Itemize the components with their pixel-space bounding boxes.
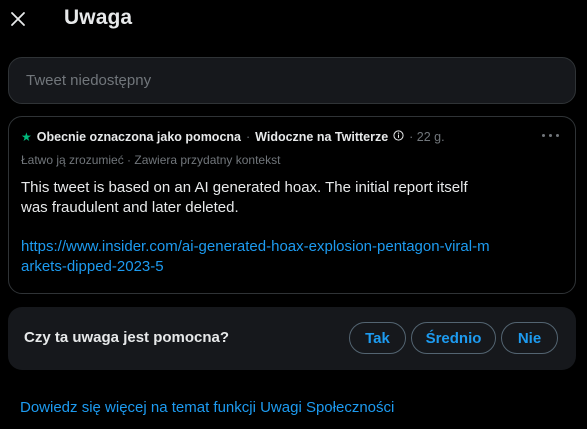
note-visibility: Widoczne na Twitterze <box>255 130 389 144</box>
header: Uwaga <box>0 0 587 40</box>
community-note-card: ★ Obecnie oznaczona jako pomocna · Widoc… <box>8 116 576 294</box>
tweet-placeholder: Tweet niedostępny <box>26 72 152 89</box>
close-icon <box>11 12 25 26</box>
note-tags: Łatwo ją zrozumieć · Zawiera przydatny k… <box>21 153 281 167</box>
rating-question: Czy ta uwaga jest pomocna? <box>24 329 230 346</box>
unavailable-tweet-box: Tweet niedostępny <box>8 57 576 104</box>
more-icon <box>542 134 545 137</box>
star-icon: ★ <box>21 130 32 144</box>
rating-panel: Czy ta uwaga jest pomocna? Tak Średnio N… <box>8 307 576 370</box>
note-header: ★ Obecnie oznaczona jako pomocna · Widoc… <box>21 130 535 144</box>
rate-somewhat-button[interactable]: Średnio <box>411 322 496 354</box>
page-title: Uwaga <box>64 6 133 29</box>
note-age: · 22 g. <box>409 130 445 144</box>
rate-yes-button[interactable]: Tak <box>349 322 406 354</box>
close-button[interactable] <box>8 6 30 32</box>
learn-more-link[interactable]: Dowiedz się więcej na temat funkcji Uwag… <box>20 399 394 416</box>
rate-no-button[interactable]: Nie <box>501 322 558 354</box>
more-button[interactable] <box>541 127 561 143</box>
note-body: This tweet is based on an AI generated h… <box>21 179 468 216</box>
note-source-link[interactable]: https://www.insider.com/ai-generated-hoa… <box>21 237 491 277</box>
separator: · <box>245 130 251 144</box>
note-status: Obecnie oznaczona jako pomocna <box>36 130 241 144</box>
info-icon[interactable] <box>393 130 404 144</box>
